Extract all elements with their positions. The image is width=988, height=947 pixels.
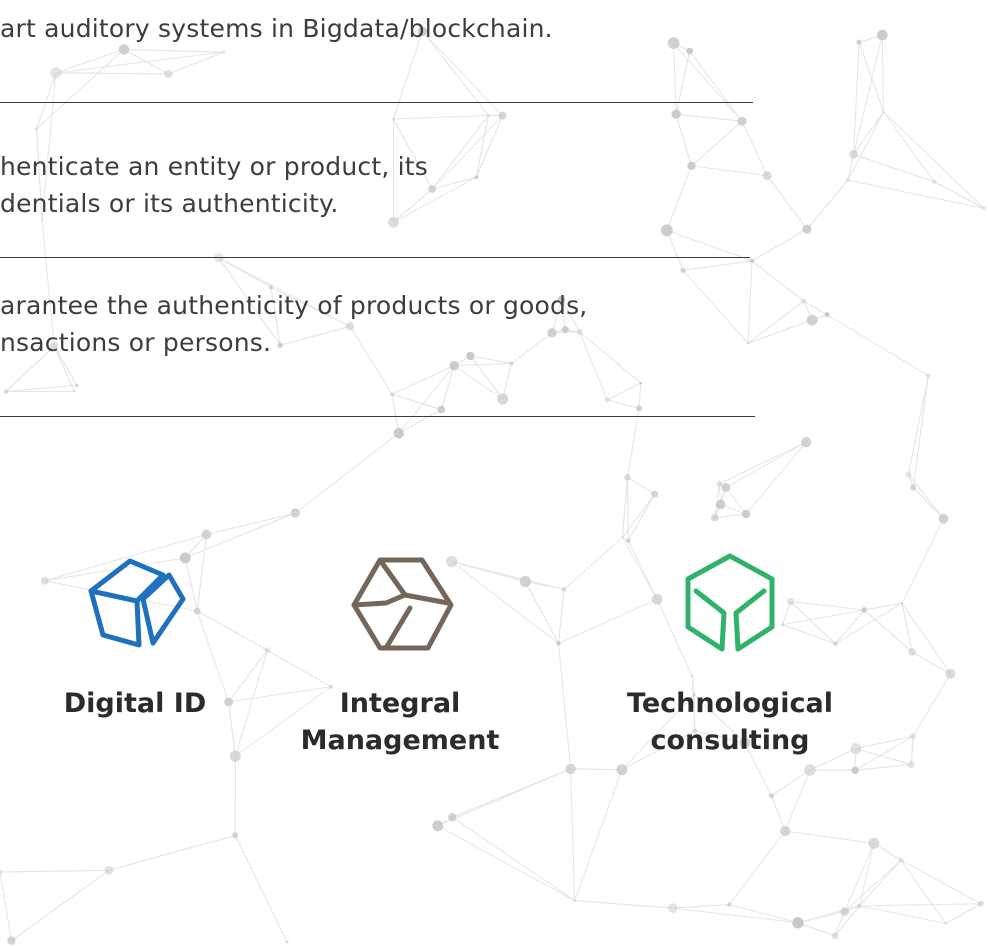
text-line-2b: dentials or its authenticity.	[0, 189, 339, 218]
network-background	[0, 26, 986, 945]
service-technological-consulting[interactable]: Technological consulting	[610, 545, 850, 770]
text-line-3a: arantee the authenticity of products or …	[0, 291, 588, 320]
service-label-digital-id: Digital ID	[63, 688, 207, 719]
divider-2	[0, 257, 750, 258]
text-line-3b: nsactions or persons.	[0, 328, 272, 357]
service-label-integral: Integral	[339, 688, 461, 719]
service-label-management: Management	[300, 725, 500, 756]
service-integral-management[interactable]: Integral Management	[290, 545, 510, 770]
divider-3	[0, 416, 755, 417]
cube-icon	[88, 558, 186, 648]
service-digital-id[interactable]: Digital ID	[60, 545, 210, 725]
hexagon-cube-icon	[351, 557, 454, 651]
text-line-2a: henticate an entity or product, its	[0, 152, 428, 181]
service-label-consulting: consulting	[650, 725, 810, 756]
open-cube-icon	[685, 553, 775, 652]
service-label-technological: Technological	[626, 688, 833, 719]
text-line-1: art auditory systems in Bigdata/blockcha…	[0, 14, 553, 43]
divider-1	[0, 102, 753, 103]
